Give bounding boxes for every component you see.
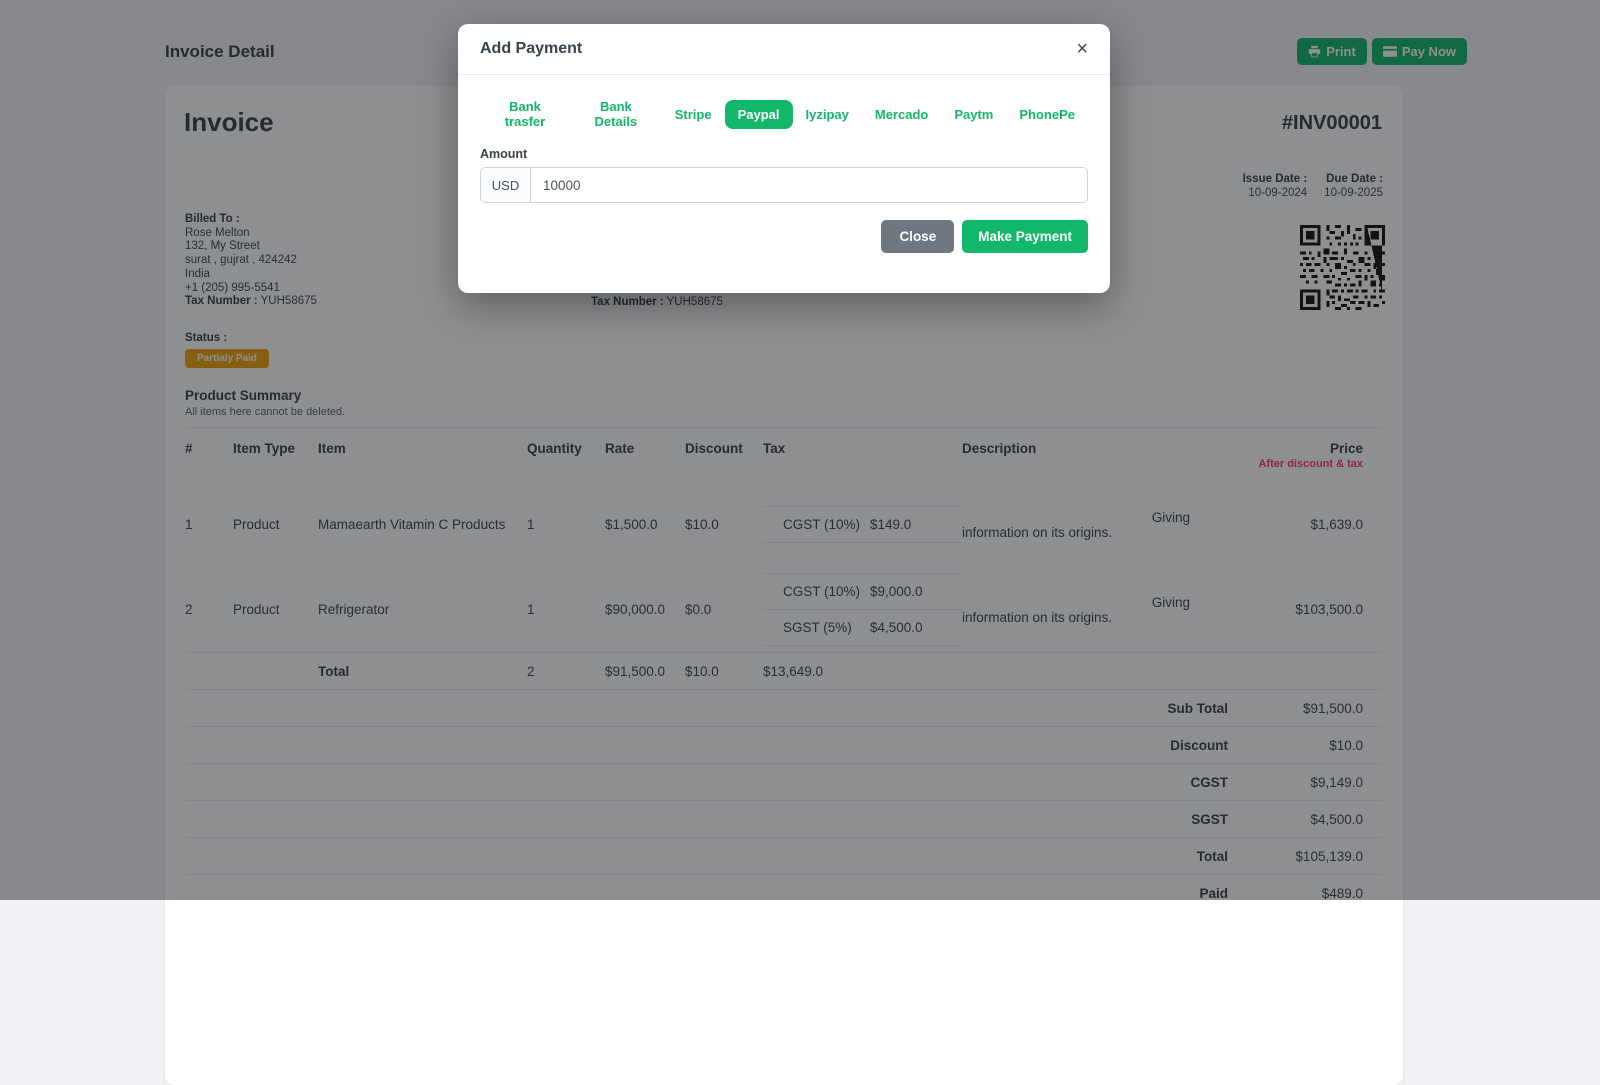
add-payment-modal: Add Payment × Bank trasfer Bank Details …: [458, 24, 1110, 293]
amount-label: Amount: [480, 147, 1088, 161]
modal-header: Add Payment ×: [458, 24, 1110, 75]
tab-bank-transfer[interactable]: Bank trasfer: [480, 92, 570, 136]
modal-footer: Close Make Payment: [480, 220, 1088, 253]
close-icon[interactable]: ×: [1076, 39, 1088, 59]
currency-addon: USD: [481, 168, 531, 202]
modal-body: Bank trasfer Bank Details Stripe Paypal …: [458, 75, 1110, 293]
tab-phonepe[interactable]: PhonePe: [1006, 100, 1088, 129]
make-payment-button[interactable]: Make Payment: [962, 220, 1088, 253]
payment-method-tabs: Bank trasfer Bank Details Stripe Paypal …: [480, 92, 1088, 136]
amount-input[interactable]: [531, 168, 1087, 202]
tab-paypal[interactable]: Paypal: [725, 100, 793, 129]
amount-input-group: USD: [480, 167, 1088, 203]
tab-mercado[interactable]: Mercado: [862, 100, 941, 129]
tab-paytm[interactable]: Paytm: [941, 100, 1006, 129]
tab-bank-details[interactable]: Bank Details: [570, 92, 662, 136]
modal-title: Add Payment: [480, 40, 582, 58]
tab-stripe[interactable]: Stripe: [662, 100, 725, 129]
tab-iyzipay[interactable]: Iyzipay: [793, 100, 862, 129]
close-button[interactable]: Close: [881, 220, 954, 253]
